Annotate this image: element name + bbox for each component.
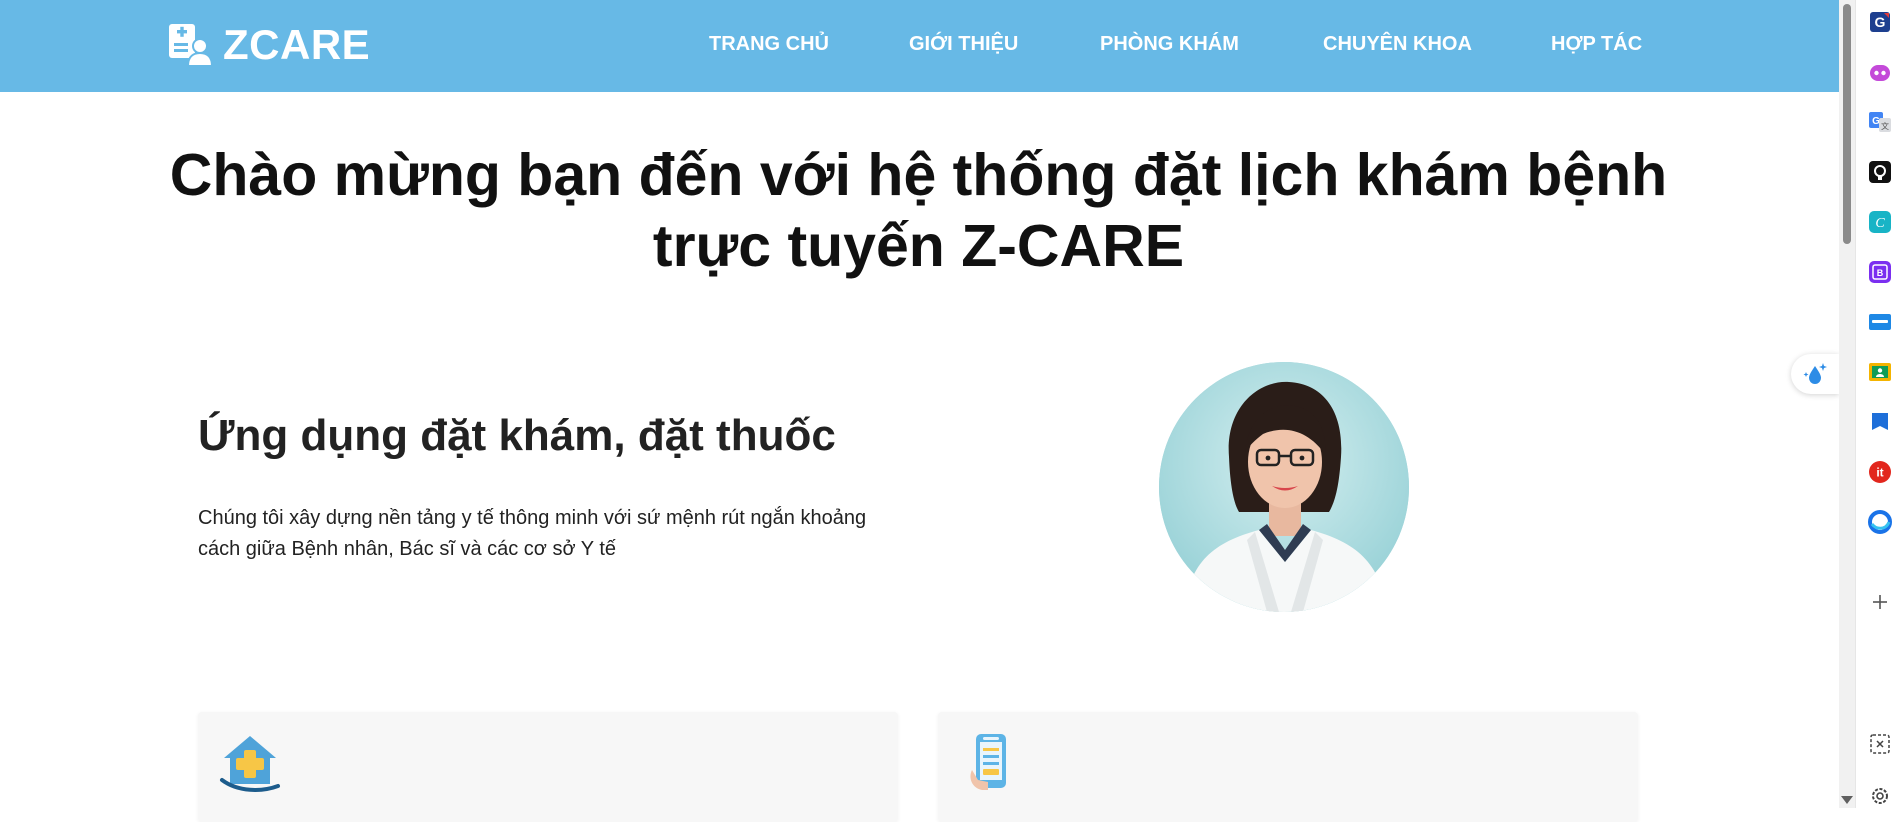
classroom-icon[interactable] [1868, 360, 1892, 384]
page-title-line-2: trực tuyến Z-CARE [652, 213, 1185, 279]
page-title-line-1: Chào mừng bạn đến với hệ thống đặt lịch … [169, 142, 1668, 208]
nav-item-trang-chu[interactable]: TRANG CHỦ [709, 31, 829, 57]
browser-sidebar: G G文 C B it [1855, 0, 1902, 808]
google-translate-icon[interactable]: G文 [1868, 110, 1892, 134]
section-description: Chúng tôi xây dựng nền tảng y tế thông m… [198, 503, 898, 565]
sparkle-drop-icon [1803, 363, 1827, 384]
svg-text:G: G [1875, 14, 1886, 30]
nav-item-chuyen-khoa[interactable]: CHUYÊN KHOA [1323, 31, 1472, 57]
assistant-chip[interactable] [1791, 354, 1839, 394]
page-scrollbar[interactable] [1839, 0, 1855, 808]
settings-icon[interactable] [1868, 784, 1892, 808]
scroll-down-arrow-icon[interactable] [1841, 796, 1853, 804]
feature-card-clinic[interactable] [198, 712, 898, 822]
chatgpt-badge-icon[interactable] [1868, 310, 1892, 334]
nav-item-phong-kham[interactable]: PHÒNG KHÁM [1100, 31, 1239, 57]
svg-text:G: G [1872, 116, 1880, 127]
canva-icon[interactable]: C [1868, 210, 1892, 234]
grammar-g-icon[interactable]: G [1868, 10, 1892, 34]
svg-text:C: C [1875, 216, 1885, 231]
section-description-line-1: Chúng tôi xây dựng nền tảng y tế thông m… [198, 507, 867, 529]
scrollbar-thumb[interactable] [1843, 4, 1851, 244]
add-icon[interactable] [1868, 590, 1892, 614]
page-title: Chào mừng bạn đến với hệ thống đặt lịch … [140, 140, 1697, 282]
doctor-illustration [1159, 362, 1409, 612]
edge-icon[interactable] [1868, 510, 1892, 534]
github-icon[interactable] [1868, 160, 1892, 184]
bootstrap-icon[interactable]: B [1868, 260, 1892, 284]
svg-text:文: 文 [1881, 121, 1889, 131]
nav-item-gioi-thieu[interactable]: GIỚI THIỆU [909, 31, 1018, 57]
svg-text:it: it [1876, 466, 1883, 480]
svg-text:B: B [1877, 268, 1884, 278]
screenshot-icon[interactable] [1868, 732, 1892, 756]
doctor-portrait [1159, 362, 1409, 612]
test-phone-icon [970, 734, 1006, 790]
section-description-line-2: cách giữa Bệnh nhân, Bác sĩ và các cơ sở… [198, 538, 616, 560]
flag-icon[interactable] [1868, 410, 1892, 434]
clinic-house-icon [220, 736, 280, 792]
main-nav: TRANG CHỦ GIỚI THIỆU PHÒNG KHÁM CHUYÊN K… [0, 0, 1839, 92]
it-icon[interactable]: it [1868, 460, 1892, 484]
section-title: Ứng dụng đặt khám, đặt thuốc [198, 411, 836, 460]
top-navbar: ZCARE TRANG CHỦ GIỚI THIỆU PHÒNG KHÁM CH… [0, 0, 1839, 92]
nav-item-hop-tac[interactable]: HỢP TÁC [1551, 31, 1642, 57]
feature-card-test[interactable] [938, 712, 1638, 822]
copilot-icon[interactable] [1868, 61, 1892, 85]
